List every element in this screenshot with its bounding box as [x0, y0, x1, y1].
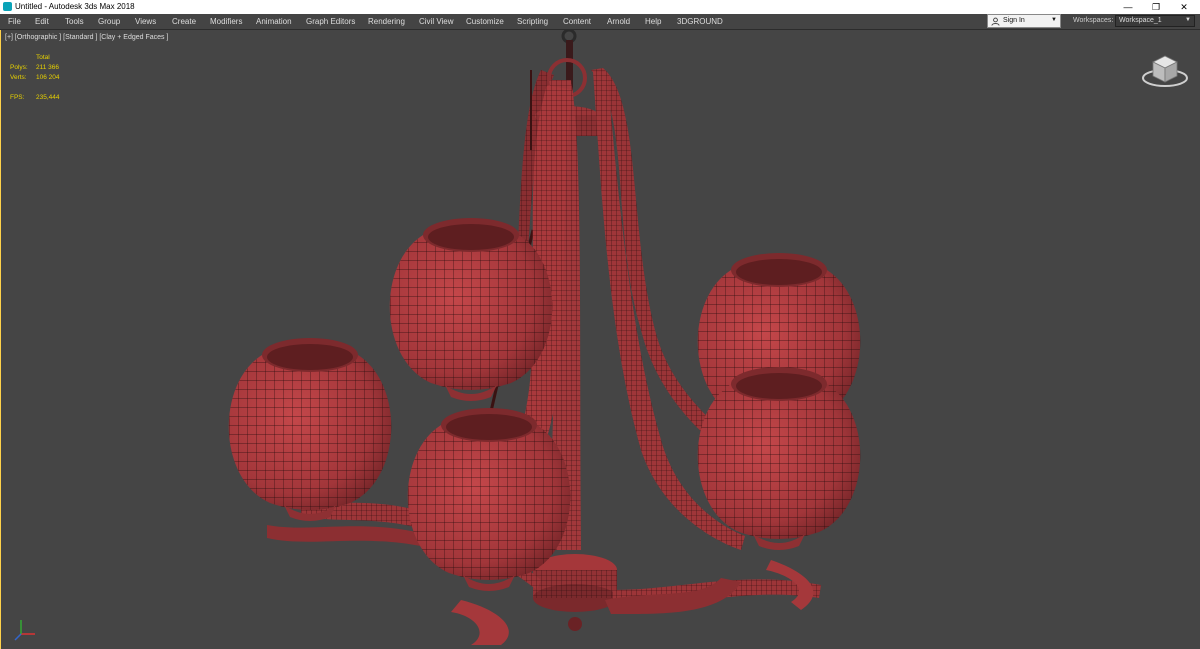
menu-modifiers[interactable]: Modifiers [210, 17, 242, 26]
sign-in-label: Sign In [1003, 17, 1025, 24]
polys-value: 211 366 [36, 64, 60, 71]
workspace-select[interactable]: Workspace_1 ▼ [1115, 15, 1195, 27]
menu-file[interactable]: File [8, 17, 21, 26]
menu-group[interactable]: Group [98, 17, 120, 26]
menu-rendering[interactable]: Rendering [368, 17, 405, 26]
axis-tripod-icon [14, 620, 35, 641]
menu-arnold[interactable]: Arnold [607, 17, 630, 26]
viewcube-icon[interactable] [1139, 50, 1191, 90]
fps-label: FPS: [10, 94, 25, 101]
menu-customize[interactable]: Customize [466, 17, 504, 26]
chevron-down-icon: ▼ [1051, 17, 1057, 23]
stats-header: Total [36, 54, 50, 61]
menu-content[interactable]: Content [563, 17, 591, 26]
menu-graph-editors[interactable]: Graph Editors [306, 17, 355, 26]
menu-help[interactable]: Help [645, 17, 661, 26]
menu-animation[interactable]: Animation [256, 17, 292, 26]
menu-views[interactable]: Views [135, 17, 156, 26]
user-icon [991, 17, 1000, 26]
verts-label: Verts: [10, 74, 27, 81]
menu-3dground[interactable]: 3DGROUND [677, 17, 723, 26]
chevron-down-icon: ▼ [1185, 17, 1191, 23]
menu-tools[interactable]: Tools [65, 17, 84, 26]
close-button[interactable]: ✕ [1170, 0, 1198, 14]
polys-label: Polys: [10, 64, 28, 71]
title-bar: Untitled - Autodesk 3ds Max 2018 — ❐ ✕ [0, 0, 1200, 14]
minimize-button[interactable]: — [1114, 0, 1142, 14]
perspective-viewport[interactable]: [+] [Orthographic ] [Standard ] [Clay + … [0, 30, 1200, 649]
sign-in-dropdown[interactable]: Sign In ▼ [987, 14, 1061, 28]
menu-civil-view[interactable]: Civil View [419, 17, 454, 26]
workspaces-label: Workspaces: [1073, 17, 1114, 24]
chandelier-model [228, 30, 861, 645]
menu-create[interactable]: Create [172, 17, 196, 26]
workspace-value: Workspace_1 [1119, 17, 1162, 24]
menu-scripting[interactable]: Scripting [517, 17, 548, 26]
app-icon [3, 2, 12, 11]
window-title: Untitled - Autodesk 3ds Max 2018 [15, 2, 135, 11]
viewport-label-menu[interactable]: [+] [Orthographic ] [Standard ] [Clay + … [5, 34, 168, 41]
fps-value: 235,444 [36, 94, 60, 101]
menu-edit[interactable]: Edit [35, 17, 49, 26]
restore-button[interactable]: ❐ [1142, 0, 1170, 14]
verts-value: 106 204 [36, 74, 60, 81]
